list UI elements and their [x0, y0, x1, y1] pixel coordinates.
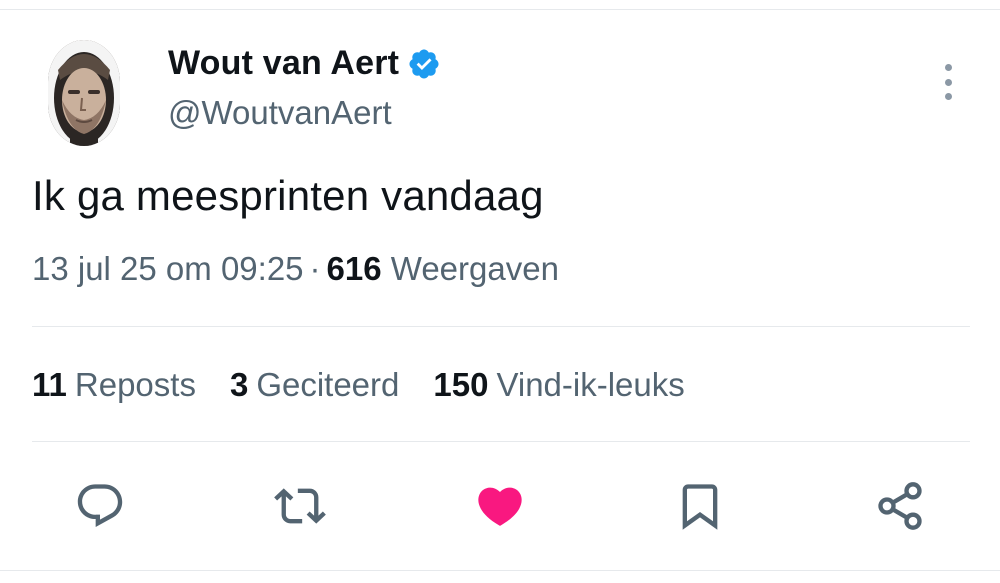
author-name[interactable]: Wout van Aert — [168, 44, 399, 83]
bottom-divider — [0, 570, 1000, 571]
views-label: Weergaven — [390, 250, 559, 287]
like-icon[interactable] — [472, 478, 528, 534]
reposts-count: 11 — [32, 366, 67, 403]
quotes-stat[interactable]: 3 Geciteerd — [230, 366, 399, 404]
tweet-timestamp[interactable]: 13 jul 25 om 09:25 — [32, 250, 304, 287]
author-name-row[interactable]: Wout van Aert — [168, 44, 441, 83]
tweet-text: Ik ga meesprinten vandaag — [32, 172, 544, 219]
likes-label: Vind-ik-leuks — [496, 366, 685, 403]
meta-separator: · — [309, 250, 321, 287]
reposts-stat[interactable]: 11 Reposts — [32, 366, 196, 404]
reposts-label: Reposts — [74, 366, 196, 403]
tweet-stats: 11 Reposts 3 Geciteerd 150 Vind-ik-leuks — [32, 366, 719, 404]
avatar-photo — [48, 40, 120, 146]
divider — [32, 441, 970, 442]
author-handle[interactable]: @WoutvanAert — [168, 94, 392, 132]
likes-count: 150 — [433, 366, 489, 403]
bookmark-icon[interactable] — [672, 478, 728, 534]
avatar[interactable] — [48, 40, 120, 146]
quotes-count: 3 — [229, 366, 249, 403]
views-count: 616 — [326, 250, 382, 287]
likes-stat[interactable]: 150 Vind-ik-leuks — [433, 366, 684, 404]
reply-icon[interactable] — [72, 478, 128, 534]
top-divider — [0, 9, 1000, 10]
repost-icon[interactable] — [272, 478, 328, 534]
tweet-actions — [0, 478, 1000, 538]
quotes-label: Geciteerd — [256, 366, 400, 403]
more-options-icon[interactable] — [936, 64, 960, 100]
tweet-meta: 13 jul 25 om 09:25 · 616 Weergaven — [32, 250, 559, 288]
share-icon[interactable] — [872, 478, 928, 534]
divider — [32, 326, 970, 327]
verified-badge-icon — [407, 47, 441, 81]
